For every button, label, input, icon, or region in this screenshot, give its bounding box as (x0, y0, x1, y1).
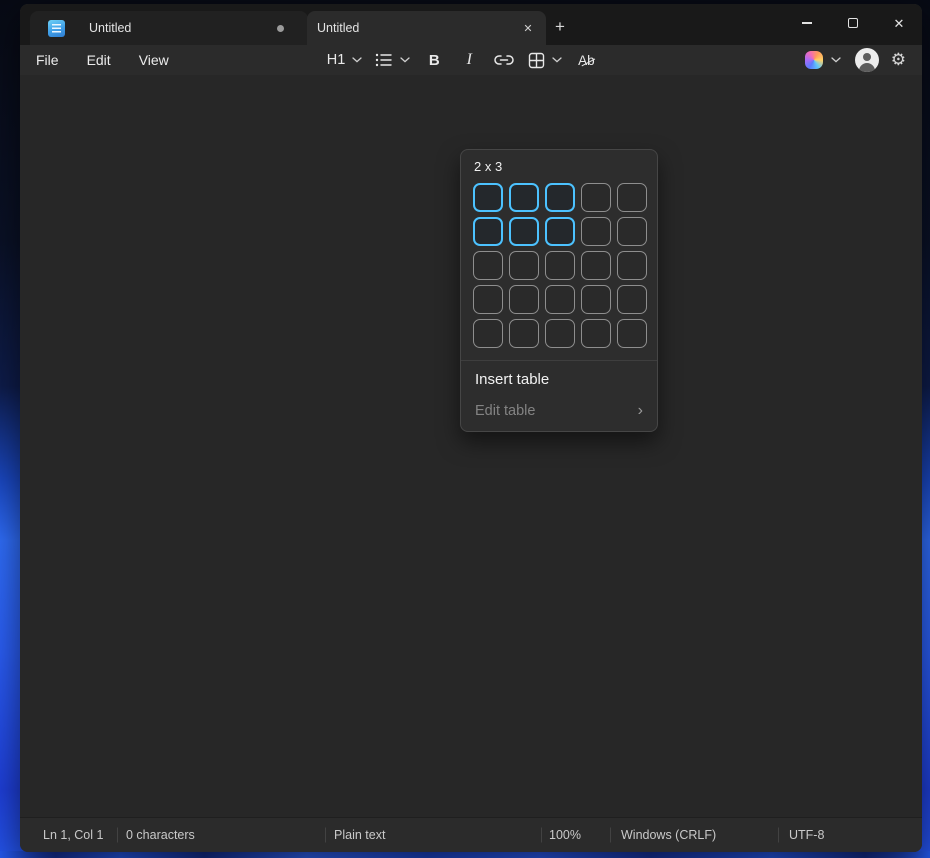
tab-label: Untitled (317, 21, 360, 35)
flyout-divider (461, 360, 657, 361)
chevron-right-icon: › (637, 402, 643, 419)
table-size-cell[interactable] (509, 319, 539, 348)
table-size-grid (473, 183, 647, 348)
table-size-cell[interactable] (545, 217, 575, 246)
table-size-cell[interactable] (545, 183, 575, 212)
chevron-down-icon (831, 57, 841, 63)
tab-label: Untitled (89, 21, 132, 35)
edit-table-label: Edit table (475, 403, 536, 419)
table-size-cell[interactable] (617, 285, 647, 314)
text-editor-area[interactable]: 2 x 3 Insert table Edit table › (20, 75, 922, 817)
table-size-cell[interactable] (617, 217, 647, 246)
tab-untitled-2-active[interactable]: Untitled ✕ (307, 11, 546, 45)
italic-button[interactable]: I (456, 48, 482, 72)
copilot-icon (804, 51, 823, 69)
bold-icon: B (428, 51, 440, 69)
maximize-icon (848, 18, 858, 28)
document-type: Plain text (334, 828, 386, 842)
insert-table-label: Insert table (475, 370, 550, 388)
table-size-cell[interactable] (509, 251, 539, 280)
notepad-app-icon (48, 19, 65, 37)
table-icon (529, 52, 545, 68)
menu-file[interactable]: File (22, 48, 73, 72)
toolbar-right-group: ⚙ (801, 48, 908, 72)
table-size-cell[interactable] (545, 285, 575, 314)
chevron-down-icon (352, 57, 362, 63)
insert-link-button[interactable] (491, 48, 517, 72)
link-icon (494, 55, 515, 65)
table-size-label: 2 x 3 (474, 159, 503, 174)
window-controls: ✕ (784, 4, 922, 42)
table-size-cell[interactable] (509, 217, 539, 246)
minimize-button[interactable] (784, 4, 830, 42)
clear-formatting-button[interactable]: Ab (573, 48, 599, 72)
clear-formatting-icon: Ab (578, 52, 595, 68)
encoding: UTF-8 (789, 828, 825, 842)
avatar-person-icon (862, 53, 871, 61)
table-size-cell[interactable] (617, 183, 647, 212)
close-icon: ✕ (893, 15, 905, 31)
heading-style-label: H1 (326, 52, 346, 68)
chevron-down-icon (400, 57, 410, 63)
table-size-cell[interactable] (473, 319, 503, 348)
account-avatar[interactable] (854, 48, 879, 72)
new-tab-button[interactable]: + (547, 15, 573, 39)
statusbar: Ln 1, Col 1 0 characters Plain text 100%… (20, 817, 922, 852)
menu-edit[interactable]: Edit (73, 48, 125, 72)
tab-untitled-1[interactable]: Untitled (30, 11, 308, 45)
menubar: File Edit View H1 B I Ab ⚙ (20, 45, 922, 75)
table-size-cell[interactable] (545, 251, 575, 280)
table-size-cell[interactable] (581, 217, 611, 246)
heading-style-dropdown[interactable]: H1 (325, 48, 365, 72)
insert-table-flyout: 2 x 3 Insert table Edit table › (460, 149, 658, 432)
bold-button[interactable]: B (421, 48, 447, 72)
cursor-position: Ln 1, Col 1 (43, 828, 104, 842)
table-size-cell[interactable] (617, 251, 647, 280)
table-size-cell[interactable] (581, 251, 611, 280)
list-dropdown[interactable] (373, 48, 412, 72)
table-size-cell[interactable] (473, 183, 503, 212)
edit-table-menu-item[interactable]: Edit table › (461, 395, 657, 427)
gear-icon: ⚙ (890, 50, 906, 69)
desktop-taskbar-strip (0, 851, 930, 858)
formatting-toolbar: H1 B I Ab (325, 48, 600, 72)
bullet-list-icon (376, 53, 393, 67)
menu-view[interactable]: View (125, 48, 183, 72)
close-button[interactable]: ✕ (876, 4, 922, 42)
copilot-dropdown[interactable] (801, 49, 845, 71)
settings-button[interactable]: ⚙ (889, 50, 908, 70)
statusbar-divider (541, 827, 542, 843)
table-size-cell[interactable] (545, 319, 575, 348)
table-size-cell[interactable] (473, 285, 503, 314)
character-count: 0 characters (126, 828, 195, 842)
minimize-icon (802, 22, 812, 24)
insert-table-menu-item[interactable]: Insert table (461, 363, 657, 395)
table-size-cell[interactable] (509, 183, 539, 212)
table-size-cell[interactable] (509, 285, 539, 314)
line-ending: Windows (CRLF) (621, 828, 717, 842)
unsaved-dot-icon (277, 24, 284, 32)
titlebar[interactable]: Untitled Untitled ✕ + ✕ (20, 4, 922, 45)
insert-table-dropdown[interactable] (526, 48, 564, 72)
maximize-button[interactable] (830, 4, 876, 42)
statusbar-divider (325, 827, 326, 843)
table-size-cell[interactable] (581, 319, 611, 348)
table-size-cell[interactable] (581, 183, 611, 212)
close-tab-icon[interactable]: ✕ (518, 18, 538, 38)
table-size-cell[interactable] (581, 285, 611, 314)
chevron-down-icon (552, 57, 562, 63)
zoom-level[interactable]: 100% (549, 828, 581, 842)
italic-icon: I (466, 51, 472, 68)
statusbar-divider (778, 827, 779, 843)
table-size-cell[interactable] (473, 251, 503, 280)
statusbar-divider (117, 827, 118, 843)
table-size-cell[interactable] (617, 319, 647, 348)
table-size-cell[interactable] (473, 217, 503, 246)
notepad-window: Untitled Untitled ✕ + ✕ File Edit View H… (20, 4, 922, 852)
statusbar-divider (610, 827, 611, 843)
